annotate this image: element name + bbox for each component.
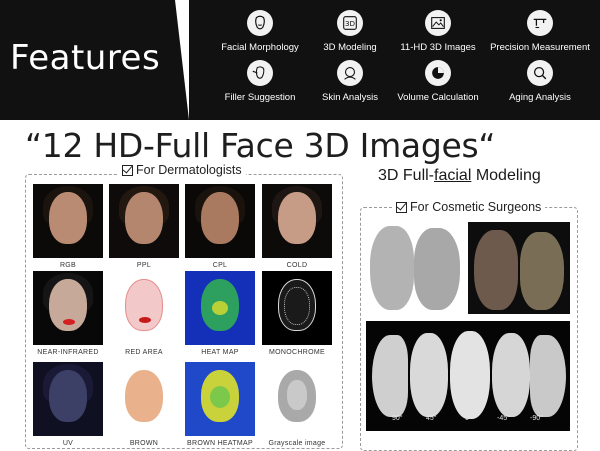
feature-aging-analysis[interactable]: Aging Analysis: [480, 60, 600, 103]
image-caption: MONOCHROME: [269, 349, 325, 356]
image-tile: [33, 184, 103, 258]
svg-text:3D: 3D: [345, 19, 356, 28]
angle-label: -45°: [497, 415, 510, 422]
pie-chart-icon: [425, 60, 451, 86]
image-caption: HEAT MAP: [201, 349, 239, 356]
image-uv[interactable]: UV: [33, 362, 103, 447]
image-cold[interactable]: COLD: [262, 184, 332, 269]
image-tile: [109, 184, 179, 258]
image-caption: BROWN HEATMAP: [187, 440, 253, 447]
image-tile: [109, 362, 179, 436]
checkbox-icon: [396, 201, 407, 213]
image-heat-map[interactable]: HEAT MAP: [185, 271, 255, 356]
dermatologists-legend: For Dermatologists: [118, 163, 246, 177]
face-scan-icon: [337, 60, 363, 86]
page-headline: “12 HD-Full Face 3D Images“: [25, 126, 496, 165]
image-tile: [109, 271, 179, 345]
image-brown-heatmap[interactable]: BROWN HEATMAP: [185, 362, 255, 447]
image-tile: [185, 184, 255, 258]
modeling-title: 3D Full-facial Modeling: [378, 167, 541, 184]
legend-label: For Dermatologists: [136, 163, 242, 177]
image-caption: BROWN: [129, 440, 159, 447]
image-caption: COLD: [286, 262, 308, 269]
image-caption: NEAR-INFRARED: [37, 349, 99, 356]
magnifier-icon: [527, 60, 553, 86]
feature-label: Aging Analysis: [509, 92, 571, 103]
3d-model-gray-image[interactable]: [366, 222, 464, 314]
feature-label: Precision Measurement: [490, 42, 590, 53]
image-tile: [262, 271, 332, 345]
angle-label: 45°: [426, 415, 437, 422]
features-title: Features: [10, 38, 161, 78]
syringe-face-icon: [247, 60, 273, 86]
image-red-area[interactable]: RED AREA: [109, 271, 179, 356]
image-brown[interactable]: BROWN: [109, 362, 179, 447]
3d-cube-icon: 3D: [337, 10, 363, 36]
caliper-icon: [527, 10, 553, 36]
feature-precision-measurement[interactable]: Precision Measurement: [480, 10, 600, 53]
image-caption: Grayscale image: [268, 440, 326, 447]
image-ppl[interactable]: PPL: [109, 184, 179, 269]
image-tile: [262, 362, 332, 436]
angle-label: -90°: [530, 415, 543, 422]
3d-model-textured-image[interactable]: [468, 222, 570, 314]
face-outline-icon: [247, 10, 273, 36]
image-caption: UV: [62, 440, 74, 447]
image-tile: [185, 271, 255, 345]
image-tile: [33, 362, 103, 436]
image-cpl[interactable]: CPL: [185, 184, 255, 269]
image-icon: [425, 10, 451, 36]
image-caption: RED AREA: [125, 349, 163, 356]
image-rgb[interactable]: RGB: [33, 184, 103, 269]
image-caption: CPL: [212, 262, 228, 269]
image-tile: [185, 362, 255, 436]
image-tile: [262, 184, 332, 258]
angle-label: 90°: [392, 415, 403, 422]
checkbox-icon: [122, 164, 133, 176]
image-tile: [33, 271, 103, 345]
legend-label: For Cosmetic Surgeons: [410, 200, 542, 214]
image-caption: RGB: [59, 262, 77, 269]
image-caption: PPL: [136, 262, 152, 269]
image-grayscale[interactable]: Grayscale image: [262, 362, 332, 447]
angle-label: 0°: [465, 415, 472, 422]
image-monochrome[interactable]: MONOCHROME: [262, 271, 332, 356]
image-near-infrared[interactable]: NEAR-INFRARED: [33, 271, 103, 356]
header-divider: [175, 0, 189, 120]
cosmetic-surgeons-legend: For Cosmetic Surgeons: [392, 200, 546, 214]
